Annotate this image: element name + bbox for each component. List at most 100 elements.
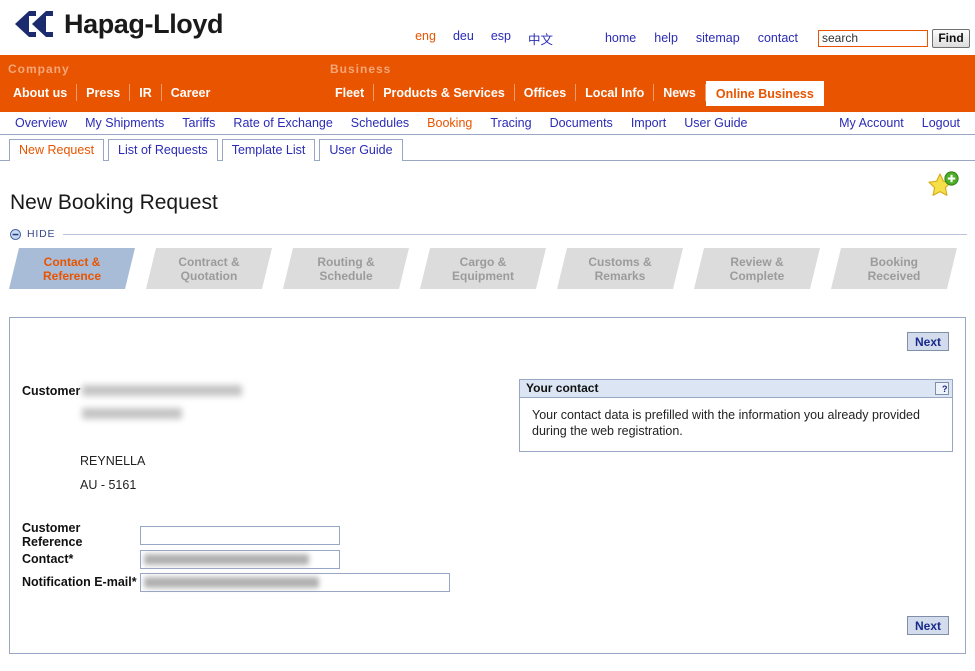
tab-template-list[interactable]: Template List [221, 139, 316, 161]
step-customs-remarks[interactable]: Customs & Remarks [557, 248, 683, 289]
nav-item-about-us[interactable]: About us [4, 84, 78, 101]
brand-logo[interactable]: Hapag-Lloyd [8, 9, 224, 39]
lang-link-deu[interactable]: deu [453, 29, 474, 48]
link-sitemap[interactable]: sitemap [696, 31, 740, 45]
nav-item-offices[interactable]: Offices [515, 84, 577, 101]
hide-divider [63, 233, 967, 235]
lang-link-esp[interactable]: esp [491, 29, 511, 48]
primary-nav: Company Business About us Press IR Caree… [0, 55, 975, 112]
step-line1: Contract & [178, 254, 240, 269]
your-contact-infobox: Your contact ? Your contact data is pref… [519, 379, 953, 452]
subnav-item-user-guide[interactable]: User Guide [675, 115, 756, 131]
subnav-item-schedules[interactable]: Schedules [342, 115, 418, 131]
subnav-item-documents[interactable]: Documents [541, 115, 622, 131]
step-routing-schedule[interactable]: Routing & Schedule [283, 248, 409, 289]
nav-item-row: About us Press IR Career Fleet Products … [0, 81, 975, 106]
app-page: Hapag-Lloyd eng deu esp 中文 home help sit… [0, 0, 975, 671]
step-booking-received[interactable]: Booking Received [831, 248, 957, 289]
customer-country-zip: AU - 5161 [80, 478, 137, 492]
search-input[interactable] [818, 29, 928, 47]
step-contact-reference[interactable]: Contact & Reference [9, 248, 135, 289]
nav-item-ir[interactable]: IR [130, 84, 162, 101]
label-notification-email: Notification E-mail* [22, 575, 137, 589]
step-review-complete[interactable]: Review & Complete [694, 248, 820, 289]
link-home[interactable]: home [605, 31, 636, 45]
subnav-item-my-account[interactable]: My Account [830, 115, 913, 131]
subnav-item-rate-of-exchange[interactable]: Rate of Exchange [224, 115, 341, 131]
subnav-item-tariffs[interactable]: Tariffs [173, 115, 224, 131]
step-line2: Received [867, 268, 921, 283]
nav-category-row: Company Business [0, 55, 975, 81]
notification-email-wrap [140, 572, 450, 592]
link-contact[interactable]: contact [758, 31, 798, 45]
nav-category-company: Company [8, 62, 70, 76]
subnav-item-overview[interactable]: Overview [6, 115, 76, 131]
step-line1: Review & [730, 254, 784, 269]
notification-email-value-redacted [144, 576, 319, 588]
infobox-body: Your contact data is prefilled with the … [532, 408, 920, 438]
booking-tabs: New Request List of Requests Template Li… [0, 135, 975, 161]
contact-wrap [140, 549, 340, 569]
double-chevron-left-icon [15, 11, 53, 37]
next-button-top[interactable]: Next [907, 332, 949, 351]
step-cargo-equipment[interactable]: Cargo & Equipment [420, 248, 546, 289]
hide-section-control[interactable]: HIDE [0, 223, 975, 245]
subnav-item-import[interactable]: Import [622, 115, 675, 131]
link-help[interactable]: help [654, 31, 678, 45]
step-line2: Equipment [452, 268, 514, 283]
step-line2: Reference [42, 268, 102, 283]
nav-item-press[interactable]: Press [77, 84, 131, 101]
step-line1: Customs & [588, 254, 652, 269]
lang-link-eng[interactable]: eng [415, 29, 436, 48]
lang-link-zh[interactable]: 中文 [528, 29, 553, 48]
field-row-customer-reference: Customer Reference [22, 521, 340, 549]
step-line1: Booking [870, 254, 918, 269]
nav-item-career[interactable]: Career [162, 84, 220, 101]
field-row-notification-email: Notification E-mail* [22, 572, 450, 592]
step-contract-quotation[interactable]: Contract & Quotation [146, 248, 272, 289]
tab-user-guide[interactable]: User Guide [319, 139, 403, 161]
customer-reference-wrap [140, 525, 340, 545]
label-customer-reference: Customer Reference [22, 521, 83, 549]
nav-item-news[interactable]: News [654, 84, 706, 101]
wizard-steps: Contact & Reference Contract & Quotation… [0, 248, 975, 294]
step-line1: Cargo & [459, 254, 507, 269]
find-button[interactable]: Find [932, 28, 970, 48]
customer-address-redacted [82, 408, 182, 419]
circle-minus-icon[interactable] [10, 228, 21, 240]
subnav-item-my-shipments[interactable]: My Shipments [76, 115, 173, 131]
subnav-item-tracing[interactable]: Tracing [481, 115, 540, 131]
header-links: eng deu esp 中文 home help sitemap contact… [415, 27, 975, 49]
nav-item-online-business[interactable]: Online Business [705, 81, 824, 106]
nav-group-company: About us Press IR Career [4, 81, 219, 106]
subnav-item-logout[interactable]: Logout [913, 115, 969, 131]
nav-item-products-services[interactable]: Products & Services [374, 84, 515, 101]
step-line1: Contact & [43, 254, 101, 269]
tab-list-of-requests[interactable]: List of Requests [108, 139, 218, 161]
step-line2: Schedule [319, 268, 373, 283]
tab-new-request[interactable]: New Request [9, 139, 105, 161]
customer-name-redacted [82, 385, 242, 396]
page-title: New Booking Request [10, 191, 218, 215]
utility-links: home help sitemap contact [605, 31, 798, 45]
customer-city: REYNELLA [80, 454, 146, 468]
customer-reference-input[interactable] [140, 525, 340, 545]
nav-item-fleet[interactable]: Fleet [326, 84, 375, 101]
step-line2: Complete [729, 268, 785, 283]
customer-label: Customer [22, 384, 81, 398]
infobox-title: Your contact [526, 381, 599, 395]
next-button-bottom[interactable]: Next [907, 616, 949, 635]
help-icon[interactable]: ? [935, 382, 949, 395]
secondary-nav-right: My Account Logout [830, 115, 969, 131]
subnav-item-booking[interactable]: Booking [418, 115, 481, 131]
language-switcher: eng deu esp 中文 [415, 29, 553, 48]
secondary-nav: Overview My Shipments Tariffs Rate of Ex… [0, 112, 975, 135]
field-row-contact: Contact* [22, 549, 340, 569]
secondary-nav-left: Overview My Shipments Tariffs Rate of Ex… [6, 115, 756, 131]
nav-group-business: Fleet Products & Services Offices Local … [326, 81, 824, 106]
step-line1: Routing & [317, 254, 375, 269]
nav-item-local-info[interactable]: Local Info [576, 84, 655, 101]
star-add-icon[interactable] [926, 170, 960, 204]
label-contact: Contact* [22, 552, 74, 566]
infobox-header: Your contact ? [520, 380, 952, 398]
